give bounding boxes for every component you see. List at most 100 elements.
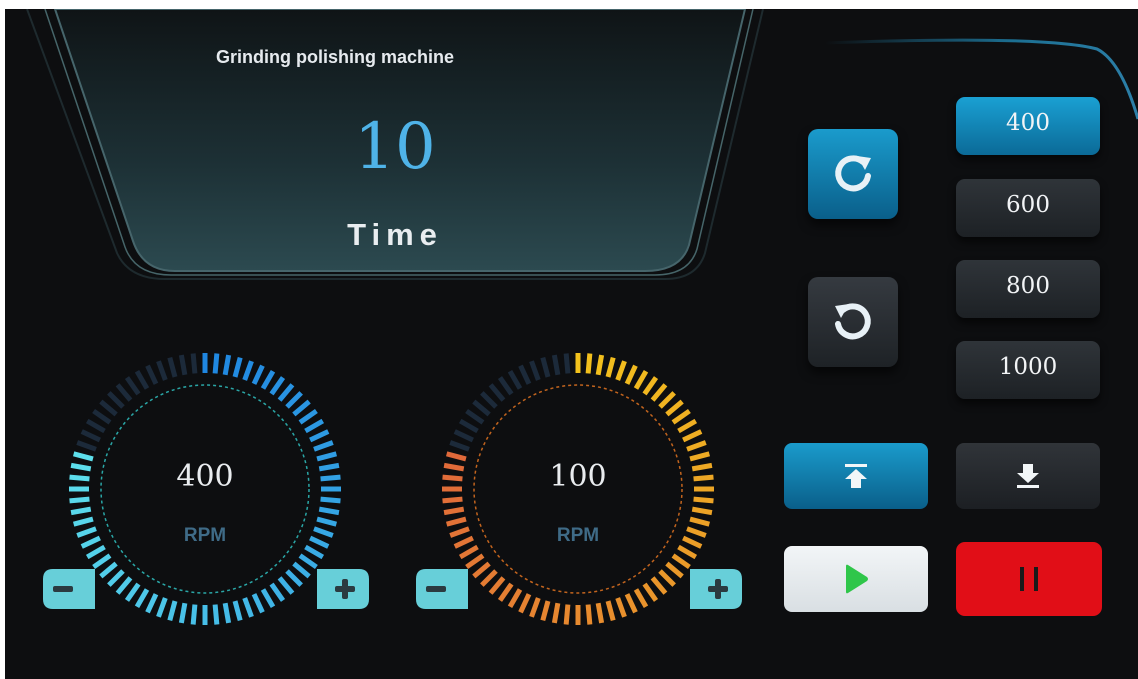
- gauge-2-tick: [551, 602, 561, 624]
- gauge-2-tick: [458, 418, 479, 434]
- raise-button[interactable]: [784, 443, 928, 509]
- gauge-2-value: 100: [549, 459, 607, 494]
- gauge-1-tick: [80, 429, 101, 443]
- gauge-1-tick: [190, 604, 198, 625]
- gauge-1-tick: [70, 506, 92, 516]
- gauge-1-tick: [167, 600, 178, 622]
- rotate-counterclockwise-icon: [835, 303, 871, 340]
- gauge-1-tick: [269, 376, 286, 396]
- gauge-1-tick: [251, 364, 265, 385]
- gauge-2-tick: [563, 604, 571, 625]
- gauge-1-tick: [212, 604, 220, 625]
- gauge-2-tick: [563, 353, 571, 374]
- preset-600-button[interactable]: 600: [956, 179, 1100, 237]
- gauge-2-tick: [453, 429, 474, 443]
- gauge-2-tick: [551, 354, 561, 376]
- gauge-2-tick: [642, 582, 659, 602]
- start-button[interactable]: [784, 546, 928, 612]
- gauge-1-tick: [277, 576, 295, 595]
- gauge-2-tick: [442, 496, 463, 504]
- gauge-2-tick: [529, 597, 541, 618]
- gauge-1-tick: [134, 588, 150, 609]
- gauge-1-tick: [212, 353, 220, 374]
- pause-button[interactable]: [956, 542, 1102, 616]
- gauge-2-tick: [465, 553, 485, 570]
- gauge-1-plus-button[interactable]: [317, 567, 371, 611]
- rotate-counterclockwise-button[interactable]: [808, 277, 898, 367]
- gauge-1-tick: [298, 553, 318, 570]
- gauge-1-tick: [232, 356, 243, 378]
- gauge-1-tick: [277, 383, 295, 402]
- gauge-1-tick: [178, 354, 188, 376]
- gauge-1-tick: [115, 383, 133, 402]
- gauge-1-value: 400: [176, 459, 234, 494]
- gauge-2-tick: [665, 561, 684, 579]
- gauge-2-tick: [507, 369, 523, 390]
- gauge-1-tick: [285, 569, 303, 587]
- gauge-2-tick: [624, 593, 638, 614]
- gauge-1-tick: [304, 418, 325, 434]
- gauge-2-tick: [518, 593, 532, 614]
- gauge-2-tick: [465, 408, 485, 425]
- move-up-icon: [845, 464, 867, 488]
- gauge-1-tick: [292, 399, 311, 417]
- gauge-2-tick: [633, 588, 649, 609]
- gauge-2-tick: [693, 496, 714, 504]
- gauge-1-tick: [76, 440, 97, 452]
- gauge-2-tick: [488, 576, 506, 595]
- preset-800-button[interactable]: 800: [956, 260, 1100, 318]
- play-icon: [846, 564, 868, 594]
- machine-title: Grinding polishing machine: [215, 47, 454, 67]
- gauge-1-tick: [260, 369, 276, 390]
- gauge-1-tick: [242, 360, 254, 381]
- lower-button[interactable]: [956, 443, 1100, 509]
- gauge-1-tick: [124, 376, 141, 396]
- gauge-1-tick: [298, 408, 318, 425]
- gauge-2-tick: [595, 354, 605, 376]
- gauge-2-tick: [642, 376, 659, 396]
- gauge-2-tick: [585, 604, 593, 625]
- pause-icon: [1020, 567, 1038, 591]
- gauge-2-tick: [671, 553, 691, 570]
- gauge-1-tick: [107, 391, 125, 409]
- speed-gauge-2: 100 RPM: [428, 339, 728, 639]
- gauge-2-tick: [595, 602, 605, 624]
- time-value: 10: [354, 110, 436, 184]
- gauge-2-plus-button[interactable]: [690, 567, 744, 611]
- minus-icon: [43, 569, 95, 609]
- gauge-2-minus-button[interactable]: [414, 567, 468, 611]
- gauge-2-tick: [605, 600, 616, 622]
- gauge-2-unit: RPM: [556, 525, 600, 546]
- gauge-1-tick: [72, 516, 94, 527]
- preset-1000-button[interactable]: 1000: [956, 341, 1100, 399]
- gauge-2-tick: [689, 516, 711, 527]
- gauge-2-tick: [665, 399, 684, 417]
- gauge-2-tick: [480, 569, 498, 587]
- gauge-1-tick: [69, 496, 90, 504]
- gauge-1-minus-button[interactable]: [41, 567, 95, 611]
- gauge-2-tick: [615, 597, 627, 618]
- gauge-2-tick: [691, 506, 713, 516]
- move-down-icon: [1017, 464, 1039, 488]
- gauge-2-tick: [472, 561, 491, 579]
- gauge-1-tick: [85, 544, 106, 560]
- preset-400-button[interactable]: 400: [956, 97, 1100, 155]
- gauge-1-tick: [269, 582, 286, 602]
- gauge-1-tick: [251, 593, 265, 614]
- rotate-clockwise-button[interactable]: [808, 129, 898, 219]
- gauge-2-tick: [507, 588, 523, 609]
- gauge-2-tick: [585, 353, 593, 374]
- gauge-1-tick: [242, 597, 254, 618]
- gauge-1-tick: [156, 597, 168, 618]
- gauge-2-tick: [443, 506, 465, 516]
- gauge-1-tick: [134, 369, 150, 390]
- gauge-2-tick: [605, 356, 616, 378]
- gauge-1-tick: [145, 593, 159, 614]
- gauge-2-tick: [458, 544, 479, 560]
- gauge-2-tick: [624, 364, 638, 385]
- gauge-2-tick: [480, 391, 498, 409]
- gauge-1-tick: [145, 364, 159, 385]
- gauge-2-tick: [658, 569, 676, 587]
- gauge-2-tick: [518, 364, 532, 385]
- gauge-1-tick: [99, 399, 118, 417]
